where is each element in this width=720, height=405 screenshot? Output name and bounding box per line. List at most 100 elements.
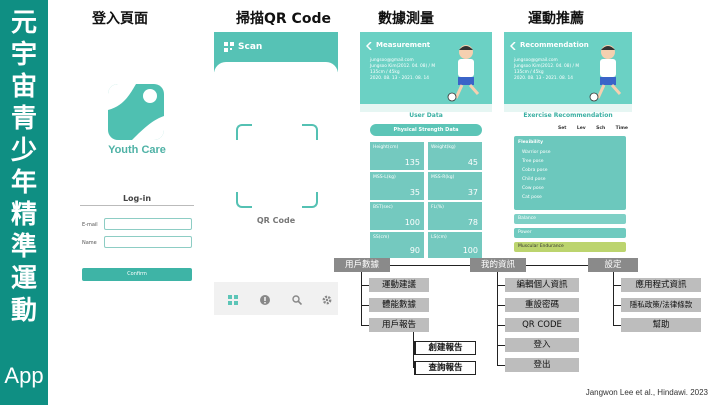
measurement-header: Measurement jungsoo@gmail.com Jungsoo Ki… [360,32,492,104]
header-wave [360,104,492,112]
tree-line [497,345,505,346]
metric-value: 100 [462,246,478,255]
node-qr-code: QR CODE [505,318,579,332]
node-reset-password: 重設密碼 [505,298,579,312]
tree-line [613,285,621,286]
metric-value: 135 [404,158,420,167]
banner-char: 青 [10,104,37,134]
info-icon[interactable] [260,295,270,305]
header-wave [504,104,632,112]
banner-char: 少 [10,136,37,166]
banner-char: 宙 [10,72,37,102]
qr-nav-icon[interactable] [228,295,238,305]
measurement-screen: Measurement jungsoo@gmail.com Jungsoo Ki… [360,32,492,258]
confirm-button[interactable]: Confirm [82,268,192,281]
tree-line [497,325,505,326]
node-fitness-data: 體能數據 [369,298,429,312]
metric-cell: BST(sec) 100 [370,202,424,230]
youth-care-logo [108,84,164,140]
balance-row[interactable]: Balance [514,214,626,224]
metric-cell: MSS-R(kg) 37 [428,172,482,200]
banner-char: 動 [10,296,37,326]
tree-line [613,305,621,306]
profile-info: jungsoo@gmail.com Jungsoo Kim(2012. 04. … [370,58,435,82]
power-row[interactable]: Power [514,228,626,238]
metric-cell: LS(cm) 100 [428,232,482,258]
tree-line [613,272,614,326]
banner-app-label: App [4,363,44,388]
metric-cell: Weight(kg) 45 [428,142,482,170]
pose-item: Cat pose [522,195,542,200]
scan-screen: Scan QR Code [214,32,338,315]
banner-char: 運 [10,264,37,294]
bottom-nav [214,286,338,315]
metric-key: LS(cm) [431,235,447,240]
node-edit-profile: 編輯個人資訊 [505,278,579,292]
metric-cell: FL(%) 78 [428,202,482,230]
search-icon[interactable] [292,295,302,305]
metric-value: 78 [467,218,478,227]
node-user-report: 用戶報告 [369,318,429,332]
metric-value: 37 [467,188,478,197]
node-user-data: 用戶數據 [334,258,390,272]
scan-title: Scan [238,42,263,52]
soccer-boy-illustration [589,45,622,102]
scan-frame-corner [236,192,252,208]
exercise-rec-heading: Exercise Recommendation [523,112,613,119]
physical-strength-tab[interactable]: Physical Strength Data [370,124,482,136]
flexibility-label: Flexibility [518,140,544,145]
tree-line [497,305,505,306]
login-heading: Log-in [80,194,194,206]
node-logout: 登出 [505,358,579,372]
tree-line [361,325,369,326]
tree-line [361,272,362,326]
brand-name: Youth Care [108,144,166,156]
recommendation-header: Recommendation jungsoo@gmail.com Jungsoo… [504,32,632,104]
flexibility-panel[interactable]: Flexibility Warrior pose Tree pose Cobra… [514,136,626,210]
gear-icon[interactable] [322,295,332,305]
email-field[interactable] [104,218,192,230]
title-recommend: 運動推薦 [528,11,584,27]
side-banner: 元 宇 宙 青 少 年 精 準 運 動 App [0,0,48,405]
tree-line [613,325,621,326]
tree-line [497,365,505,366]
col-lev: Lev [576,126,586,131]
endurance-row[interactable]: Muscular Endurance [514,242,626,252]
name-field[interactable] [104,236,192,248]
pose-item: Cow pose [522,186,544,191]
banner-char: 準 [10,232,37,262]
title-measure: 數據測量 [378,11,434,27]
pose-item: Tree pose [522,159,544,164]
metric-key: FL(%) [431,205,444,210]
tree-line [497,285,505,286]
tree-line [526,265,588,266]
metric-key: Height(cm) [373,145,399,150]
tree-line [497,272,498,366]
node-app-info: 應用程式資訊 [621,278,701,292]
node-my-info: 我的資訊 [470,258,526,272]
title-scan: 掃描QR Code [236,11,331,27]
login-screen: Youth Care Log-in E-mail Name Confirm [80,32,194,287]
node-privacy-policy: 隱私政策/法律條款 [621,298,701,312]
recommendation-screen: Recommendation jungsoo@gmail.com Jungsoo… [504,32,632,258]
qr-code-label: QR Code [256,216,296,225]
metric-value: 90 [409,246,420,255]
back-arrow-icon[interactable] [510,42,516,50]
profile-period: 2020. 08. 13 - 2021. 08. 14 [370,76,429,81]
pose-item: Child pose [522,177,546,182]
scan-card: QR Code [214,62,338,282]
metric-key: MSS-L(kg) [373,175,396,180]
rec-columns: Set Lev Sch Time [558,126,628,131]
scan-frame-corner [302,192,318,208]
banner-char: 年 [10,168,37,198]
email-label: E-mail [82,222,98,228]
measurement-title: Measurement [376,41,431,49]
col-set: Set [558,126,567,131]
back-arrow-icon[interactable] [366,42,372,50]
banner-char: 宇 [10,40,37,70]
profile-info: jungsoo@gmail.com Jungsoo Kim(2012. 04. … [514,58,579,82]
metric-value: 100 [404,218,420,227]
title-login: 登入頁面 [92,11,148,27]
metric-cell: Height(cm) 135 [370,142,424,170]
tree-line [361,285,369,286]
